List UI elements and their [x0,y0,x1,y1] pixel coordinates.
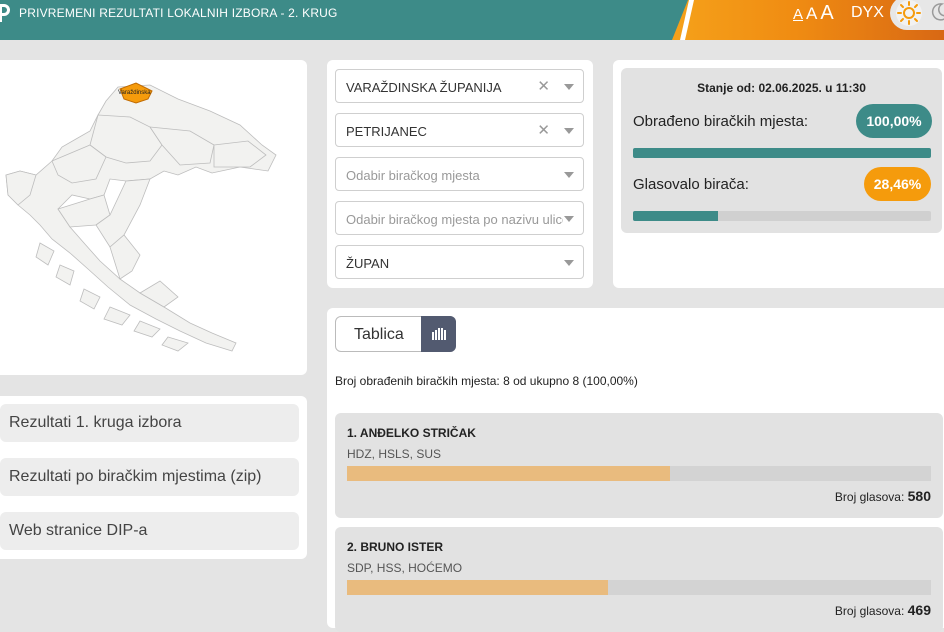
turnout-badge: 28,46% [864,167,931,201]
votes-value: 469 [907,602,931,618]
candidate-name: 1. ANĐELKO STRIČAK [347,426,476,440]
municipality-value: PETRIJANEC [346,124,427,139]
votes-value: 580 [907,488,931,504]
bar-chart-icon [432,328,446,340]
candidate-card: 1. ANĐELKO STRIČAK HDZ, HSLS, SUS Broj g… [335,413,943,518]
polling-station-select[interactable]: Odabir biračkog mjesta [335,157,584,191]
font-small-button[interactable]: A [793,6,803,23]
dyslexic-font-button[interactable]: DYX [851,4,884,22]
vote-count: Broj glasova: 469 [835,602,931,618]
vote-count: Broj glasova: 580 [835,488,931,504]
processed-stations-text: Broj obrađenih biračkih mjesta: 8 od uku… [335,374,638,388]
vote-share-bar [347,466,931,481]
candidate-parties: SDP, HSS, HOĆEMO [347,561,463,575]
font-size-controls: AAA [793,2,837,25]
candidate-parties: HDZ, HSLS, SUS [347,447,442,461]
county-value: VARAŽDINSKA ŽUPANIJA [346,80,502,95]
app-title: PRIVREMENI REZULTATI LOKALNIH IZBORA - 2… [19,6,338,20]
dip-logo-icon [0,4,10,22]
election-type-select[interactable]: ŽUPAN [335,245,584,279]
chevron-down-icon[interactable] [564,128,574,134]
link-label: Rezultati 1. kruga izbora [9,414,182,431]
candidate-name: 2. BRUNO ISTER [347,540,444,554]
election-type-value: ŽUPAN [346,256,390,271]
turnout-progress-fill [633,211,718,221]
street-placeholder: Odabir biračkog mjesta po nazivu ulice [346,212,563,227]
clear-icon[interactable]: ✕ [537,121,550,139]
processed-progress-fill [633,148,931,158]
county-select[interactable]: VARAŽDINSKA ŽUPANIJA ✕ [335,69,584,103]
chart-view-button[interactable] [421,316,456,352]
status-timestamp: Stanje od: 02.06.2025. u 11:30 [697,81,866,95]
chevron-down-icon[interactable] [564,84,574,90]
clear-icon[interactable]: ✕ [537,77,550,95]
municipality-select[interactable]: PETRIJANEC ✕ [335,113,584,147]
view-toggle: Tablica [335,316,456,352]
round1-results-link[interactable]: Rezultati 1. kruga izbora [0,404,299,442]
chevron-down-icon[interactable] [564,216,574,222]
votes-label: Broj glasova: [834,604,905,618]
link-label: Web stranice DIP-a [9,522,148,539]
vote-share-fill [347,580,609,595]
sun-icon[interactable] [896,0,922,26]
processed-progress-bar [633,148,931,158]
links-panel: Rezultati 1. kruga izbora Rezultati po b… [0,396,307,559]
votes-label: Broj glasova: [834,490,905,504]
font-large-button[interactable]: A [820,2,833,25]
turnout-label: Glasovalo birača: [633,176,749,193]
polling-station-placeholder: Odabir biračkog mjesta [346,168,480,183]
map-region-label: Varaždinska [118,90,151,96]
croatia-map[interactable]: Varaždinska [0,75,300,360]
turnout-progress-bar [633,211,931,221]
processed-badge: 100,00% [856,104,932,138]
font-medium-button[interactable]: A [806,4,817,24]
dip-website-link[interactable]: Web stranice DIP-a [0,512,299,550]
tab-table[interactable]: Tablica [354,326,404,344]
polling-station-zip-link[interactable]: Rezultati po biračkim mjestima (zip) [0,458,299,496]
vote-share-fill [347,466,670,481]
candidate-card: 2. BRUNO ISTER SDP, HSS, HOĆEMO Broj gla… [335,527,943,632]
street-select[interactable]: Odabir biračkog mjesta po nazivu ulice [335,201,584,235]
processed-label: Obrađeno biračkih mjesta: [633,113,809,130]
chevron-down-icon[interactable] [564,172,574,178]
link-label: Rezultati po biračkim mjestima (zip) [9,468,262,485]
chevron-down-icon[interactable] [564,260,574,266]
vote-share-bar [347,580,931,595]
moon-icon[interactable] [930,2,944,22]
